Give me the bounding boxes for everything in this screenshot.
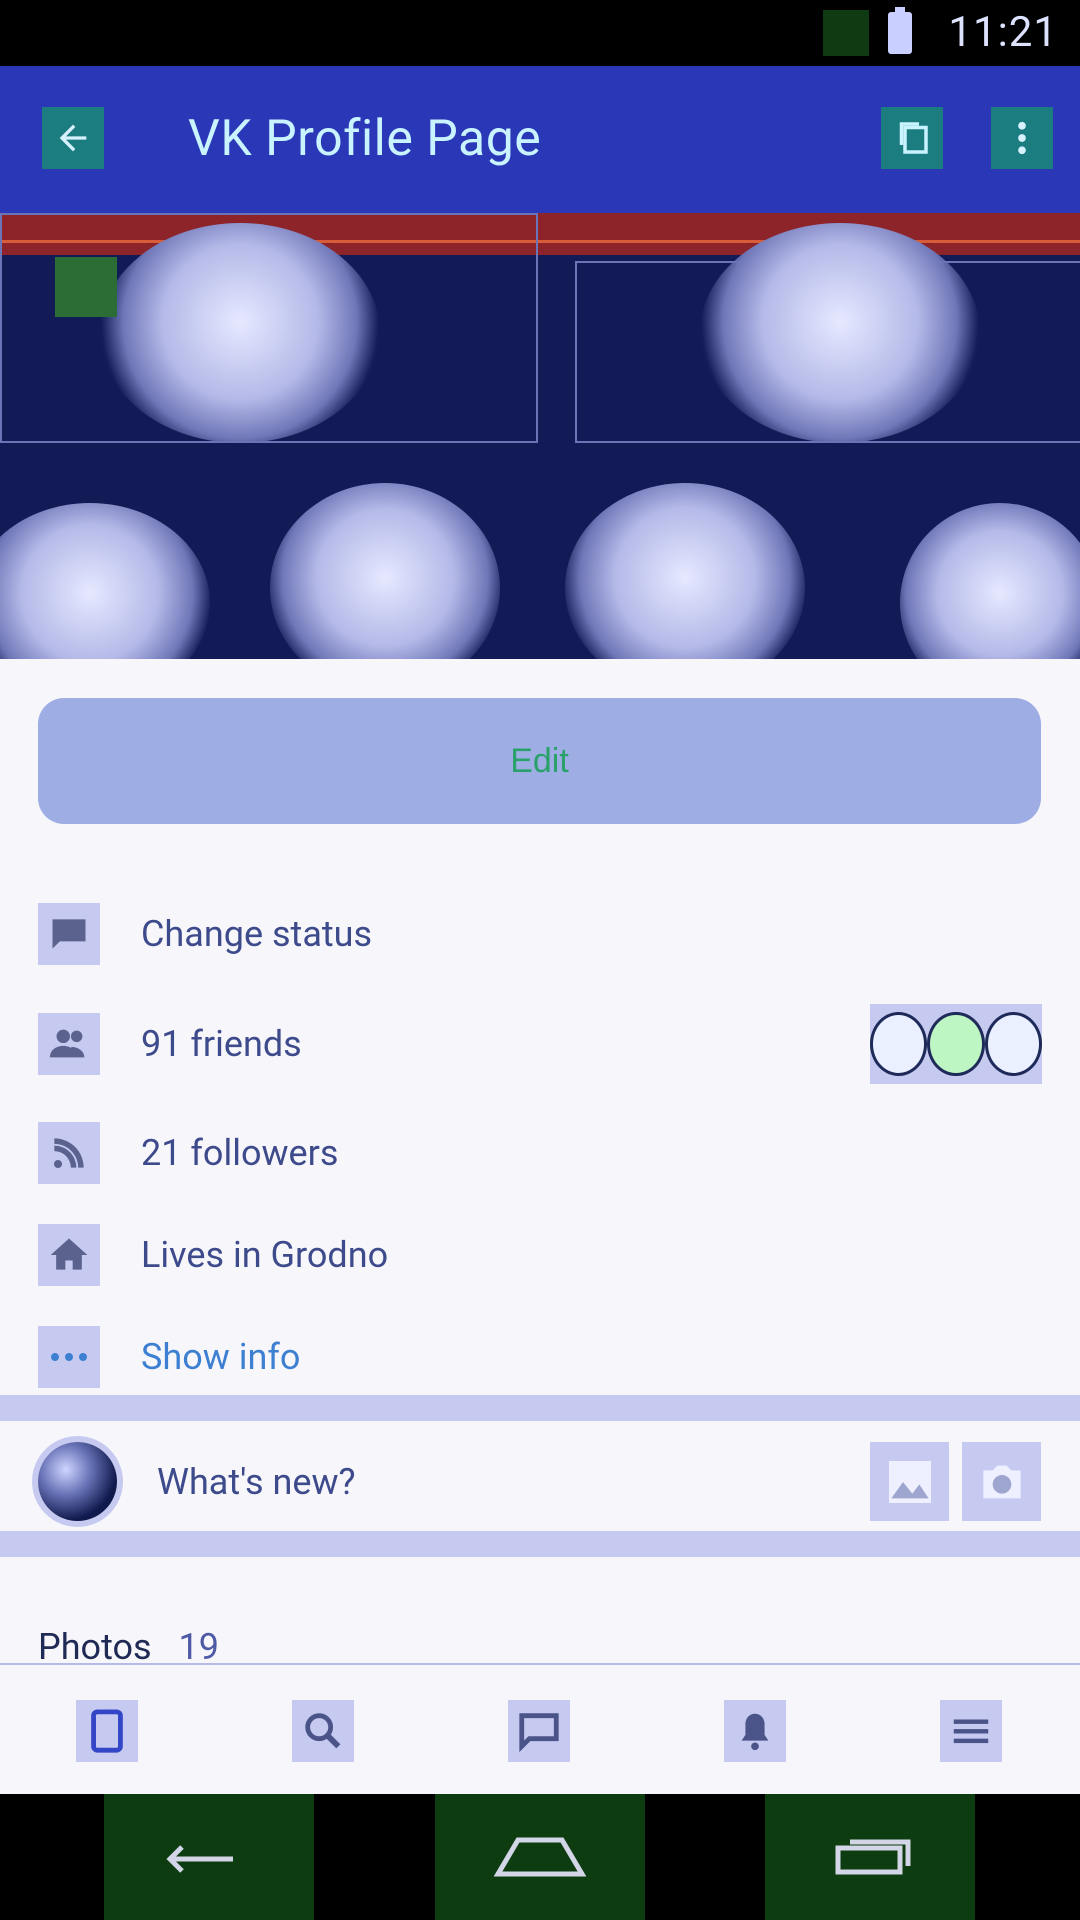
back-icon (166, 1845, 233, 1873)
copy-button[interactable] (881, 107, 943, 169)
followers-label: 21 followers (141, 1132, 339, 1174)
location-row: Lives in Grodno (38, 1224, 1042, 1296)
system-home-button[interactable] (435, 1794, 645, 1920)
tab-profile[interactable] (76, 1700, 138, 1762)
status-time: 11:21 (948, 8, 1058, 57)
people-icon (38, 1013, 100, 1075)
photos-label: Photos (38, 1626, 152, 1668)
page-title: VK Profile Page (188, 110, 542, 168)
arrow-left-icon (59, 124, 87, 152)
home-icon (38, 1224, 100, 1286)
cover-image (0, 213, 1080, 659)
copy-icon (899, 122, 928, 154)
sim-icon (823, 10, 869, 56)
edit-button[interactable]: Edit (38, 698, 1041, 824)
change-status-label: Change status (141, 913, 373, 955)
image-icon (888, 1460, 931, 1503)
location-label: Lives in Grodno (141, 1234, 389, 1276)
tab-search[interactable] (292, 1700, 354, 1762)
tab-messages[interactable] (508, 1700, 570, 1762)
system-navigation-bar (0, 1794, 1080, 1920)
bottom-tab-bar (0, 1663, 1080, 1796)
add-photo-button[interactable] (870, 1442, 949, 1521)
dots-icon (38, 1326, 100, 1388)
recents-icon (835, 1839, 911, 1875)
app-bar: VK Profile Page (0, 66, 1080, 213)
followers-row[interactable]: 21 followers (38, 1122, 1042, 1194)
more-vertical-icon (1018, 121, 1026, 155)
divider (0, 1395, 1080, 1421)
back-button[interactable] (42, 107, 104, 169)
friend-avatar (870, 1012, 928, 1076)
menu-icon (953, 1719, 989, 1744)
show-info-row[interactable]: Show info (38, 1326, 1042, 1398)
tab-menu[interactable] (940, 1700, 1002, 1762)
friend-avatar (984, 1012, 1042, 1076)
change-status-row[interactable]: Change status (38, 903, 1042, 975)
system-back-button[interactable] (104, 1794, 314, 1920)
friends-avatars[interactable] (870, 1004, 1042, 1084)
rss-icon (38, 1122, 100, 1184)
show-info-label: Show info (141, 1336, 301, 1378)
more-options-button[interactable] (991, 107, 1053, 169)
home-icon (493, 1837, 587, 1877)
profile-icon (91, 1709, 123, 1753)
new-post-composer[interactable]: What's new? (0, 1421, 1080, 1533)
avatar[interactable] (38, 1442, 117, 1521)
camera-button[interactable] (962, 1442, 1041, 1521)
notifications-icon (741, 1713, 769, 1751)
friend-avatar (927, 1012, 985, 1076)
tab-notifications[interactable] (724, 1700, 786, 1762)
messages-icon (519, 1713, 559, 1753)
search-icon (305, 1713, 341, 1749)
new-post-prompt[interactable]: What's new? (157, 1461, 356, 1503)
camera-icon (982, 1465, 1021, 1498)
photos-header[interactable]: Photos 19 (38, 1626, 219, 1668)
friends-row[interactable]: 91 friends (38, 1004, 1042, 1085)
system-recents-button[interactable] (765, 1794, 975, 1920)
chat-bubble-icon (38, 903, 100, 965)
divider (0, 1531, 1080, 1557)
battery-icon (888, 7, 912, 54)
friends-label: 91 friends (141, 1023, 302, 1065)
status-bar: 11:21 (0, 0, 1080, 66)
photos-count: 19 (178, 1626, 220, 1668)
